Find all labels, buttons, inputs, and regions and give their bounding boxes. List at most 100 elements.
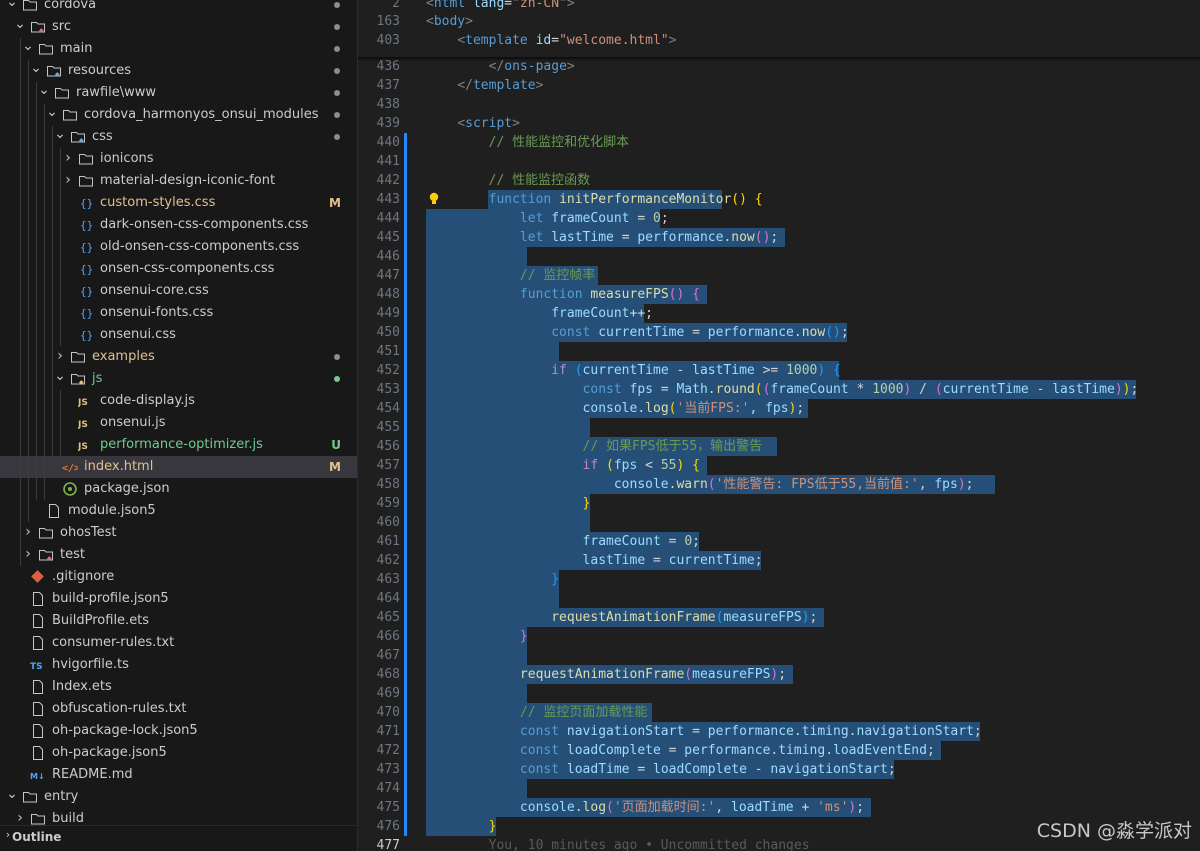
chevron-down-icon: ⌄ [22,38,34,54]
tree-item[interactable]: {} onsenui-core.css [0,280,357,302]
tree-item[interactable]: {} custom-styles.css M [0,192,357,214]
tree-item[interactable]: oh-package.json5 [0,742,357,764]
tree-item[interactable]: oh-package-lock.json5 [0,720,357,742]
tree-item[interactable]: JS onsenui.js [0,412,357,434]
code-line[interactable]: 466 } [358,627,1200,646]
tree-item[interactable]: {} onsen-css-components.css [0,258,357,280]
tree-item[interactable]: {} onsenui-fonts.css [0,302,357,324]
code-line[interactable]: 468 requestAnimationFrame(measureFPS); [358,665,1200,684]
indent-guide [52,412,53,434]
code-line[interactable]: 440 // 性能监控和优化脚本 [358,133,1200,152]
code-line[interactable]: 445 let lastTime = performance.now(); [358,228,1200,247]
file-icon [30,635,46,651]
indent-guide [60,302,61,324]
tree-item[interactable]: {} old-onsen-css-components.css [0,236,357,258]
tree-item[interactable]: ⌄ ◆ css [0,126,357,148]
code-line[interactable]: 453 const fps = Math.round((frameCount *… [358,380,1200,399]
tree-item-label: oh-package-lock.json5 [52,723,198,738]
tree-item[interactable]: JS performance-optimizer.js U [0,434,357,456]
code-line[interactable]: 456 // 如果FPS低于55，输出警告 [358,437,1200,456]
tree-item[interactable]: consumer-rules.txt [0,632,357,654]
code-line[interactable]: 444 let frameCount = 0; [358,209,1200,228]
code-line[interactable]: 448 function measureFPS() { [358,285,1200,304]
indent-guide [60,434,61,456]
chevron-down-icon: ⌄ [38,82,50,98]
code-line[interactable]: 460 [358,513,1200,532]
tree-item-label: oh-package.json5 [52,745,167,760]
code-line[interactable]: 447 // 监控帧率 [358,266,1200,285]
code-editor[interactable]: 436 </ons-page> 437 </template> 438 439 <sc… [358,0,1200,851]
indent-guide [20,236,21,258]
tree-item[interactable]: ⌄ rawfile\www [0,82,357,104]
code-line[interactable]: 471 const navigationStart = performance.… [358,722,1200,741]
tree-item[interactable]: M↓ README.md [0,764,357,786]
indent-guide [52,324,53,346]
code-line[interactable]: 469 [358,684,1200,703]
tree-item[interactable]: {} onsenui.css [0,324,357,346]
tree-item[interactable]: ⌄ ◆ src [0,16,357,38]
code-line[interactable]: 463 } [358,570,1200,589]
code-line[interactable]: 449 frameCount++; [358,304,1200,323]
line-number: 469 [376,686,400,701]
sticky-scroll-line[interactable]: 163 <body> [358,12,1200,31]
css-file-icon: {} [78,261,94,277]
tree-item[interactable]: › ohosTest [0,522,357,544]
tree-item[interactable]: .gitignore [0,566,357,588]
code-line[interactable]: 442 // 性能监控函数 [358,171,1200,190]
tree-item[interactable]: build-profile.json5 [0,588,357,610]
tree-item[interactable]: Index.ets [0,676,357,698]
code-line[interactable]: 459 } [358,494,1200,513]
code-line[interactable]: 438 [358,95,1200,114]
tree-item[interactable]: {} dark-onsen-css-components.css [0,214,357,236]
code-line[interactable]: 474 [358,779,1200,798]
tree-item[interactable]: JS code-display.js [0,390,357,412]
code-line[interactable]: 443 function initPerformanceMonitor() { [358,190,1200,209]
code-line[interactable]: 473 const loadTime = loadComplete - navi… [358,760,1200,779]
tree-item[interactable]: ⌄ ◆ js [0,368,357,390]
tree-item-label: examples [92,349,155,364]
code-line[interactable]: 457 if (fps < 55) { [358,456,1200,475]
code-line[interactable]: 446 [358,247,1200,266]
tree-item[interactable]: module.json5 [0,500,357,522]
code-line[interactable]: 455 [358,418,1200,437]
code-line[interactable]: 467 [358,646,1200,665]
code-line[interactable]: 464 [358,589,1200,608]
chevron-right-icon: › [57,348,63,364]
gutter-change-marker [404,285,407,304]
code-line[interactable]: 454 console.log('当前FPS:', fps); [358,399,1200,418]
tree-item[interactable]: ⌄ main [0,38,357,60]
tree-item[interactable]: ⌄ cordova [0,0,357,16]
code-line[interactable]: 450 const currentTime = performance.now(… [358,323,1200,342]
code-line[interactable]: 441 [358,152,1200,171]
sticky-scroll-line[interactable]: 403 <template id="welcome.html"> [358,31,1200,50]
indent-guide [28,104,29,126]
code-text: // 性能监控和优化脚本 [488,135,630,150]
tree-item[interactable]: ⌄ cordova_harmonyos_onsui_modules [0,104,357,126]
tree-item[interactable]: obfuscation-rules.txt [0,698,357,720]
tree-item[interactable]: BuildProfile.ets [0,610,357,632]
tree-item[interactable]: </> index.html M [0,456,357,478]
tree-item[interactable]: › ionicons [0,148,357,170]
tree-item-label: src [52,19,71,34]
tree-item[interactable]: › examples [0,346,357,368]
code-line[interactable]: 458 console.warn('性能警告: FPS低于55,当前值:', f… [358,475,1200,494]
code-line[interactable]: 452 if (currentTime - lastTime >= 1000) … [358,361,1200,380]
code-line[interactable]: 451 [358,342,1200,361]
indent-guide [60,192,61,214]
tree-item[interactable]: › material-design-iconic-font [0,170,357,192]
tree-item[interactable]: ⌄ ◆ resources [0,60,357,82]
code-text: if (currentTime - lastTime >= 1000) { [551,363,841,378]
tree-item[interactable]: TS hvigorfile.ts [0,654,357,676]
code-line[interactable]: 475 console.log('页面加载时间:', loadTime + 'm… [358,798,1200,817]
code-line[interactable]: 472 const loadComplete = performance.tim… [358,741,1200,760]
code-line[interactable]: 462 lastTime = currentTime; [358,551,1200,570]
code-line[interactable]: 461 frameCount = 0; [358,532,1200,551]
tree-item[interactable]: package.json [0,478,357,500]
tree-item[interactable]: › ◆ test [0,544,357,566]
outline-section-header[interactable]: › Outline [0,825,357,851]
code-line[interactable]: 465 requestAnimationFrame(measureFPS); [358,608,1200,627]
code-line[interactable]: 470 // 监控页面加载性能 [358,703,1200,722]
code-line[interactable]: 439 <script> [358,114,1200,133]
tree-item[interactable]: ⌄ entry [0,786,357,808]
code-line[interactable]: 437 </template> [358,76,1200,95]
